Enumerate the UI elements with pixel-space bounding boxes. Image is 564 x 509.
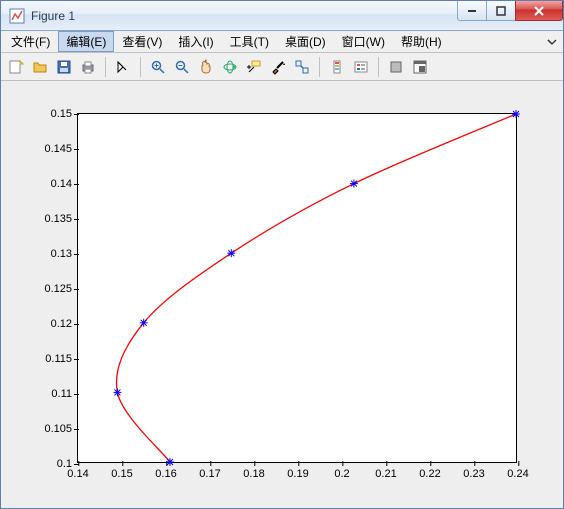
figure-window: Figure 1 文件(F)编辑(E)查看(V)插入(I)工具(T)桌面(D)窗… <box>0 0 564 509</box>
ytick-label: 0.13 <box>28 248 78 260</box>
toolbar-separator <box>378 57 379 77</box>
xtick-label: 0.18 <box>243 462 264 480</box>
menu-item[interactable]: 窗口(W) <box>334 31 393 52</box>
new-figure-icon[interactable] <box>5 56 27 78</box>
menu-item[interactable]: 工具(T) <box>222 31 277 52</box>
ytick-label: 0.14 <box>28 178 78 190</box>
link-icon[interactable] <box>291 56 313 78</box>
figure-area: 0.10.1050.110.1150.120.1250.130.1350.140… <box>1 81 563 508</box>
ytick-label: 0.12 <box>28 318 78 330</box>
toolbar <box>1 53 563 81</box>
xtick-label: 0.16 <box>155 462 176 480</box>
xtick-label: 0.23 <box>463 462 484 480</box>
zoom-out-icon[interactable] <box>171 56 193 78</box>
axes[interactable]: 0.10.1050.110.1150.120.1250.130.1350.140… <box>77 113 517 463</box>
data-marker <box>350 180 358 188</box>
ytick-label: 0.105 <box>28 423 78 435</box>
window-title: Figure 1 <box>31 9 75 23</box>
zoom-in-icon[interactable] <box>147 56 169 78</box>
data-marker <box>227 249 235 257</box>
toolbar-separator <box>319 57 320 77</box>
xtick-label: 0.24 <box>507 462 528 480</box>
data-marker <box>512 110 520 118</box>
window-controls <box>458 1 563 21</box>
close-button[interactable] <box>515 1 563 21</box>
menu-item[interactable]: 文件(F) <box>3 31 58 52</box>
pan-icon[interactable] <box>195 56 217 78</box>
toolbar-separator <box>140 57 141 77</box>
xtick-label: 0.2 <box>334 462 349 480</box>
toolbar-separator <box>105 57 106 77</box>
menu-item[interactable]: 插入(I) <box>170 31 221 52</box>
xtick-label: 0.15 <box>111 462 132 480</box>
menubar: 文件(F)编辑(E)查看(V)插入(I)工具(T)桌面(D)窗口(W)帮助(H) <box>1 31 563 53</box>
open-icon[interactable] <box>29 56 51 78</box>
menu-item[interactable]: 桌面(D) <box>277 31 334 52</box>
menu-item[interactable]: 编辑(E) <box>58 31 114 52</box>
brush-icon[interactable] <box>267 56 289 78</box>
titlebar[interactable]: Figure 1 <box>1 1 563 31</box>
ytick-label: 0.135 <box>28 213 78 225</box>
menu-item[interactable]: 查看(V) <box>114 31 170 52</box>
plot-line <box>78 114 516 462</box>
rotate3d-icon[interactable] <box>219 56 241 78</box>
maximize-button[interactable] <box>486 1 516 21</box>
dock-icon[interactable] <box>409 56 431 78</box>
menu-overflow-icon[interactable] <box>545 31 559 52</box>
ytick-label: 0.15 <box>28 108 78 120</box>
ytick-label: 0.145 <box>28 143 78 155</box>
minimize-button[interactable] <box>457 1 487 21</box>
ytick-label: 0.11 <box>28 388 78 400</box>
menu-item[interactable]: 帮助(H) <box>393 31 450 52</box>
data-marker <box>140 319 148 327</box>
xtick-label: 0.17 <box>199 462 220 480</box>
save-icon[interactable] <box>53 56 75 78</box>
ytick-label: 0.125 <box>28 283 78 295</box>
legend-icon[interactable] <box>350 56 372 78</box>
xtick-label: 0.19 <box>287 462 308 480</box>
data-marker <box>113 388 121 396</box>
edit-plot-icon[interactable] <box>112 56 134 78</box>
xtick-label: 0.22 <box>419 462 440 480</box>
app-icon <box>9 8 25 24</box>
xtick-label: 0.14 <box>67 462 88 480</box>
colorbar-icon[interactable] <box>326 56 348 78</box>
xtick-label: 0.21 <box>375 462 396 480</box>
print-icon[interactable] <box>77 56 99 78</box>
series-line <box>117 114 516 462</box>
ytick-label: 0.115 <box>28 353 78 365</box>
hide-tools-icon[interactable] <box>385 56 407 78</box>
data-cursor-icon[interactable] <box>243 56 265 78</box>
